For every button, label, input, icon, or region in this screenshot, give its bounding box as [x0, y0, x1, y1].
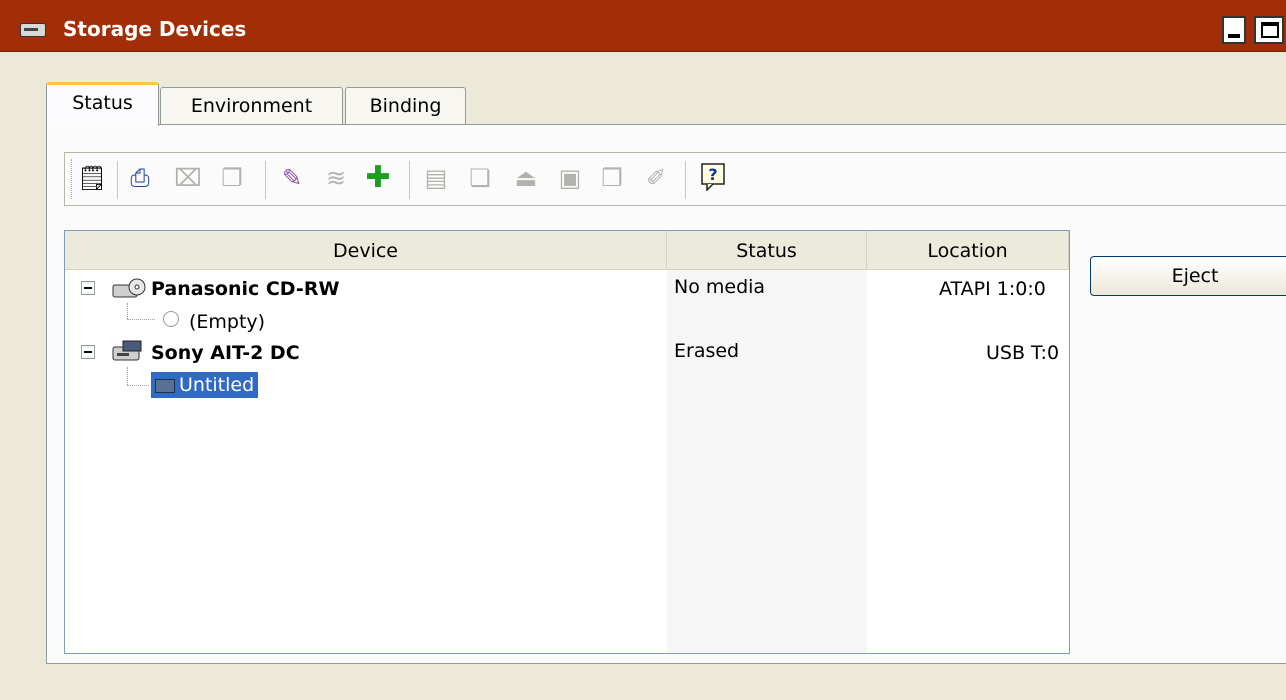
- minimize-button[interactable]: [1222, 16, 1246, 44]
- column-header-status[interactable]: Status: [667, 231, 867, 269]
- collapse-toggle[interactable]: [81, 281, 95, 295]
- toolbar-separator: [409, 161, 411, 199]
- device-status: No media: [674, 276, 766, 298]
- media-label-icon[interactable]: ❒: [597, 163, 627, 193]
- help-icon[interactable]: ?: [699, 163, 729, 193]
- properties-icon[interactable]: 🗒: [77, 163, 107, 193]
- cd-drive-icon: [111, 277, 146, 299]
- svg-text:?: ?: [708, 165, 717, 184]
- tape-media-icon: [155, 378, 175, 393]
- device-list[interactable]: Device Status Location Panasonic CD-RW N…: [64, 230, 1070, 654]
- eject-button[interactable]: Eject: [1090, 256, 1286, 296]
- window-title: Storage Devices: [63, 17, 247, 41]
- column-header-device[interactable]: Device: [65, 231, 667, 269]
- device-name[interactable]: Panasonic CD-RW: [151, 278, 339, 300]
- tape-icon[interactable]: ▣: [555, 163, 585, 193]
- device-location: USB T:0: [986, 342, 1060, 364]
- media-edit-icon[interactable]: ✐: [641, 163, 671, 193]
- collapse-toggle[interactable]: [81, 345, 95, 359]
- tape-drive-icon: [111, 339, 145, 361]
- device-location: ATAPI 1:0:0: [939, 278, 1046, 300]
- title-bar[interactable]: Storage Devices: [0, 0, 1286, 52]
- media-name-selected[interactable]: Untitled: [151, 372, 259, 398]
- eject-tray-icon[interactable]: ⏏: [511, 163, 541, 193]
- toolbar-separator: [685, 161, 687, 199]
- tree-line: [127, 367, 128, 385]
- status-column-bg: [667, 269, 867, 653]
- erase-icon[interactable]: ✎: [277, 163, 307, 193]
- drive-select-icon[interactable]: ⎙: [125, 163, 155, 193]
- catalog-icon[interactable]: ▤: [421, 163, 451, 193]
- tree-line: [127, 319, 155, 320]
- add-icon[interactable]: ✚: [363, 163, 393, 193]
- media-name[interactable]: (Empty): [189, 311, 265, 333]
- wireless-icon[interactable]: ≋: [321, 163, 351, 193]
- tab-binding[interactable]: Binding: [345, 87, 466, 125]
- tree-line: [127, 385, 149, 386]
- toolbar-separator: [265, 161, 267, 199]
- maximize-button[interactable]: [1254, 16, 1284, 44]
- device-status: Erased: [674, 340, 740, 362]
- device-name[interactable]: Sony AIT-2 DC: [151, 342, 300, 364]
- toolbar: 🗒 ⎙ ⌧ ❐ ✎ ≋ ✚ ▤ ❏ ⏏ ▣ ❒ ✐ ?: [64, 152, 1286, 206]
- tree-line: [127, 303, 128, 319]
- toolbar-grip[interactable]: [71, 159, 75, 199]
- disconnect-icon[interactable]: ⌧: [173, 163, 203, 193]
- empty-media-icon: [163, 311, 179, 327]
- media-info-icon[interactable]: ❏: [465, 163, 495, 193]
- media-label: Untitled: [179, 374, 255, 396]
- tab-status[interactable]: Status: [46, 82, 159, 126]
- tab-environment[interactable]: Environment: [160, 87, 343, 125]
- drive-icon: [20, 23, 46, 37]
- column-header-location[interactable]: Location: [867, 231, 1069, 269]
- media-copy-icon[interactable]: ❐: [217, 163, 247, 193]
- toolbar-separator: [117, 161, 119, 199]
- grid-header: Device Status Location: [65, 231, 1069, 270]
